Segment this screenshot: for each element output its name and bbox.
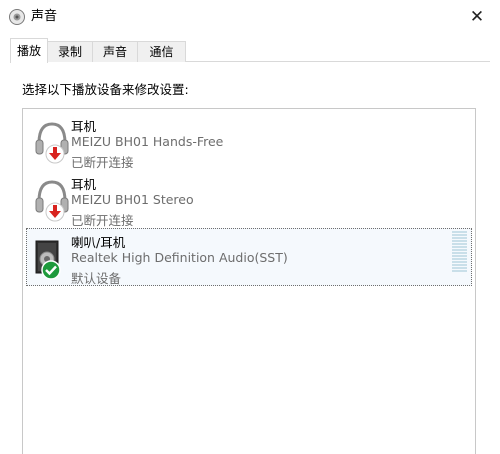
tab-label: 声音 bbox=[102, 45, 127, 59]
tab-recording[interactable]: 录制 bbox=[47, 41, 93, 62]
sound-dialog: 声音 ✕ 播放 录制 声音 通信 选择以下播放设备来修改设置: 耳机 MEIZU… bbox=[0, 0, 500, 454]
disconnected-arrow-icon bbox=[45, 144, 65, 164]
tab-sounds[interactable]: 声音 bbox=[92, 41, 138, 62]
device-description: MEIZU BH01 Stereo bbox=[71, 192, 194, 207]
device-description: Realtek High Definition Audio(SST) bbox=[71, 250, 288, 265]
device-name: 耳机 bbox=[71, 119, 97, 134]
device-status: 已断开连接 bbox=[71, 155, 134, 170]
device-item-hands-free[interactable]: 耳机 MEIZU BH01 Hands-Free 已断开连接 bbox=[27, 113, 471, 170]
headphones-icon bbox=[35, 122, 69, 164]
close-icon: ✕ bbox=[469, 7, 485, 27]
disconnected-arrow-icon bbox=[45, 202, 65, 222]
device-status: 默认设备 bbox=[71, 271, 122, 286]
speaker-icon bbox=[9, 9, 25, 25]
device-name: 耳机 bbox=[71, 177, 97, 192]
headphones-icon bbox=[35, 180, 69, 222]
window-title: 声音 bbox=[31, 9, 58, 24]
default-check-icon bbox=[41, 260, 61, 280]
tab-label: 录制 bbox=[57, 45, 82, 59]
tab-playback[interactable]: 播放 bbox=[10, 38, 48, 63]
device-name: 喇叭/耳机 bbox=[71, 235, 126, 250]
speaker-device-icon bbox=[35, 240, 61, 280]
playback-device-list[interactable]: 耳机 MEIZU BH01 Hands-Free 已断开连接 耳机 MEIZU … bbox=[22, 108, 476, 454]
tab-label: 通信 bbox=[149, 45, 174, 59]
device-description: MEIZU BH01 Hands-Free bbox=[71, 134, 224, 149]
close-button[interactable]: ✕ bbox=[454, 0, 500, 34]
tab-label: 播放 bbox=[16, 44, 41, 58]
device-item-stereo[interactable]: 耳机 MEIZU BH01 Stereo 已断开连接 bbox=[27, 171, 471, 228]
instruction-text: 选择以下播放设备来修改设置: bbox=[22, 82, 189, 97]
device-status: 已断开连接 bbox=[71, 213, 134, 228]
volume-level-meter bbox=[452, 231, 467, 275]
device-item-speaker-headphones[interactable]: 喇叭/耳机 Realtek High Definition Audio(SST)… bbox=[26, 228, 472, 286]
title-bar: 声音 ✕ bbox=[0, 0, 500, 34]
tab-communications[interactable]: 通信 bbox=[137, 41, 186, 62]
